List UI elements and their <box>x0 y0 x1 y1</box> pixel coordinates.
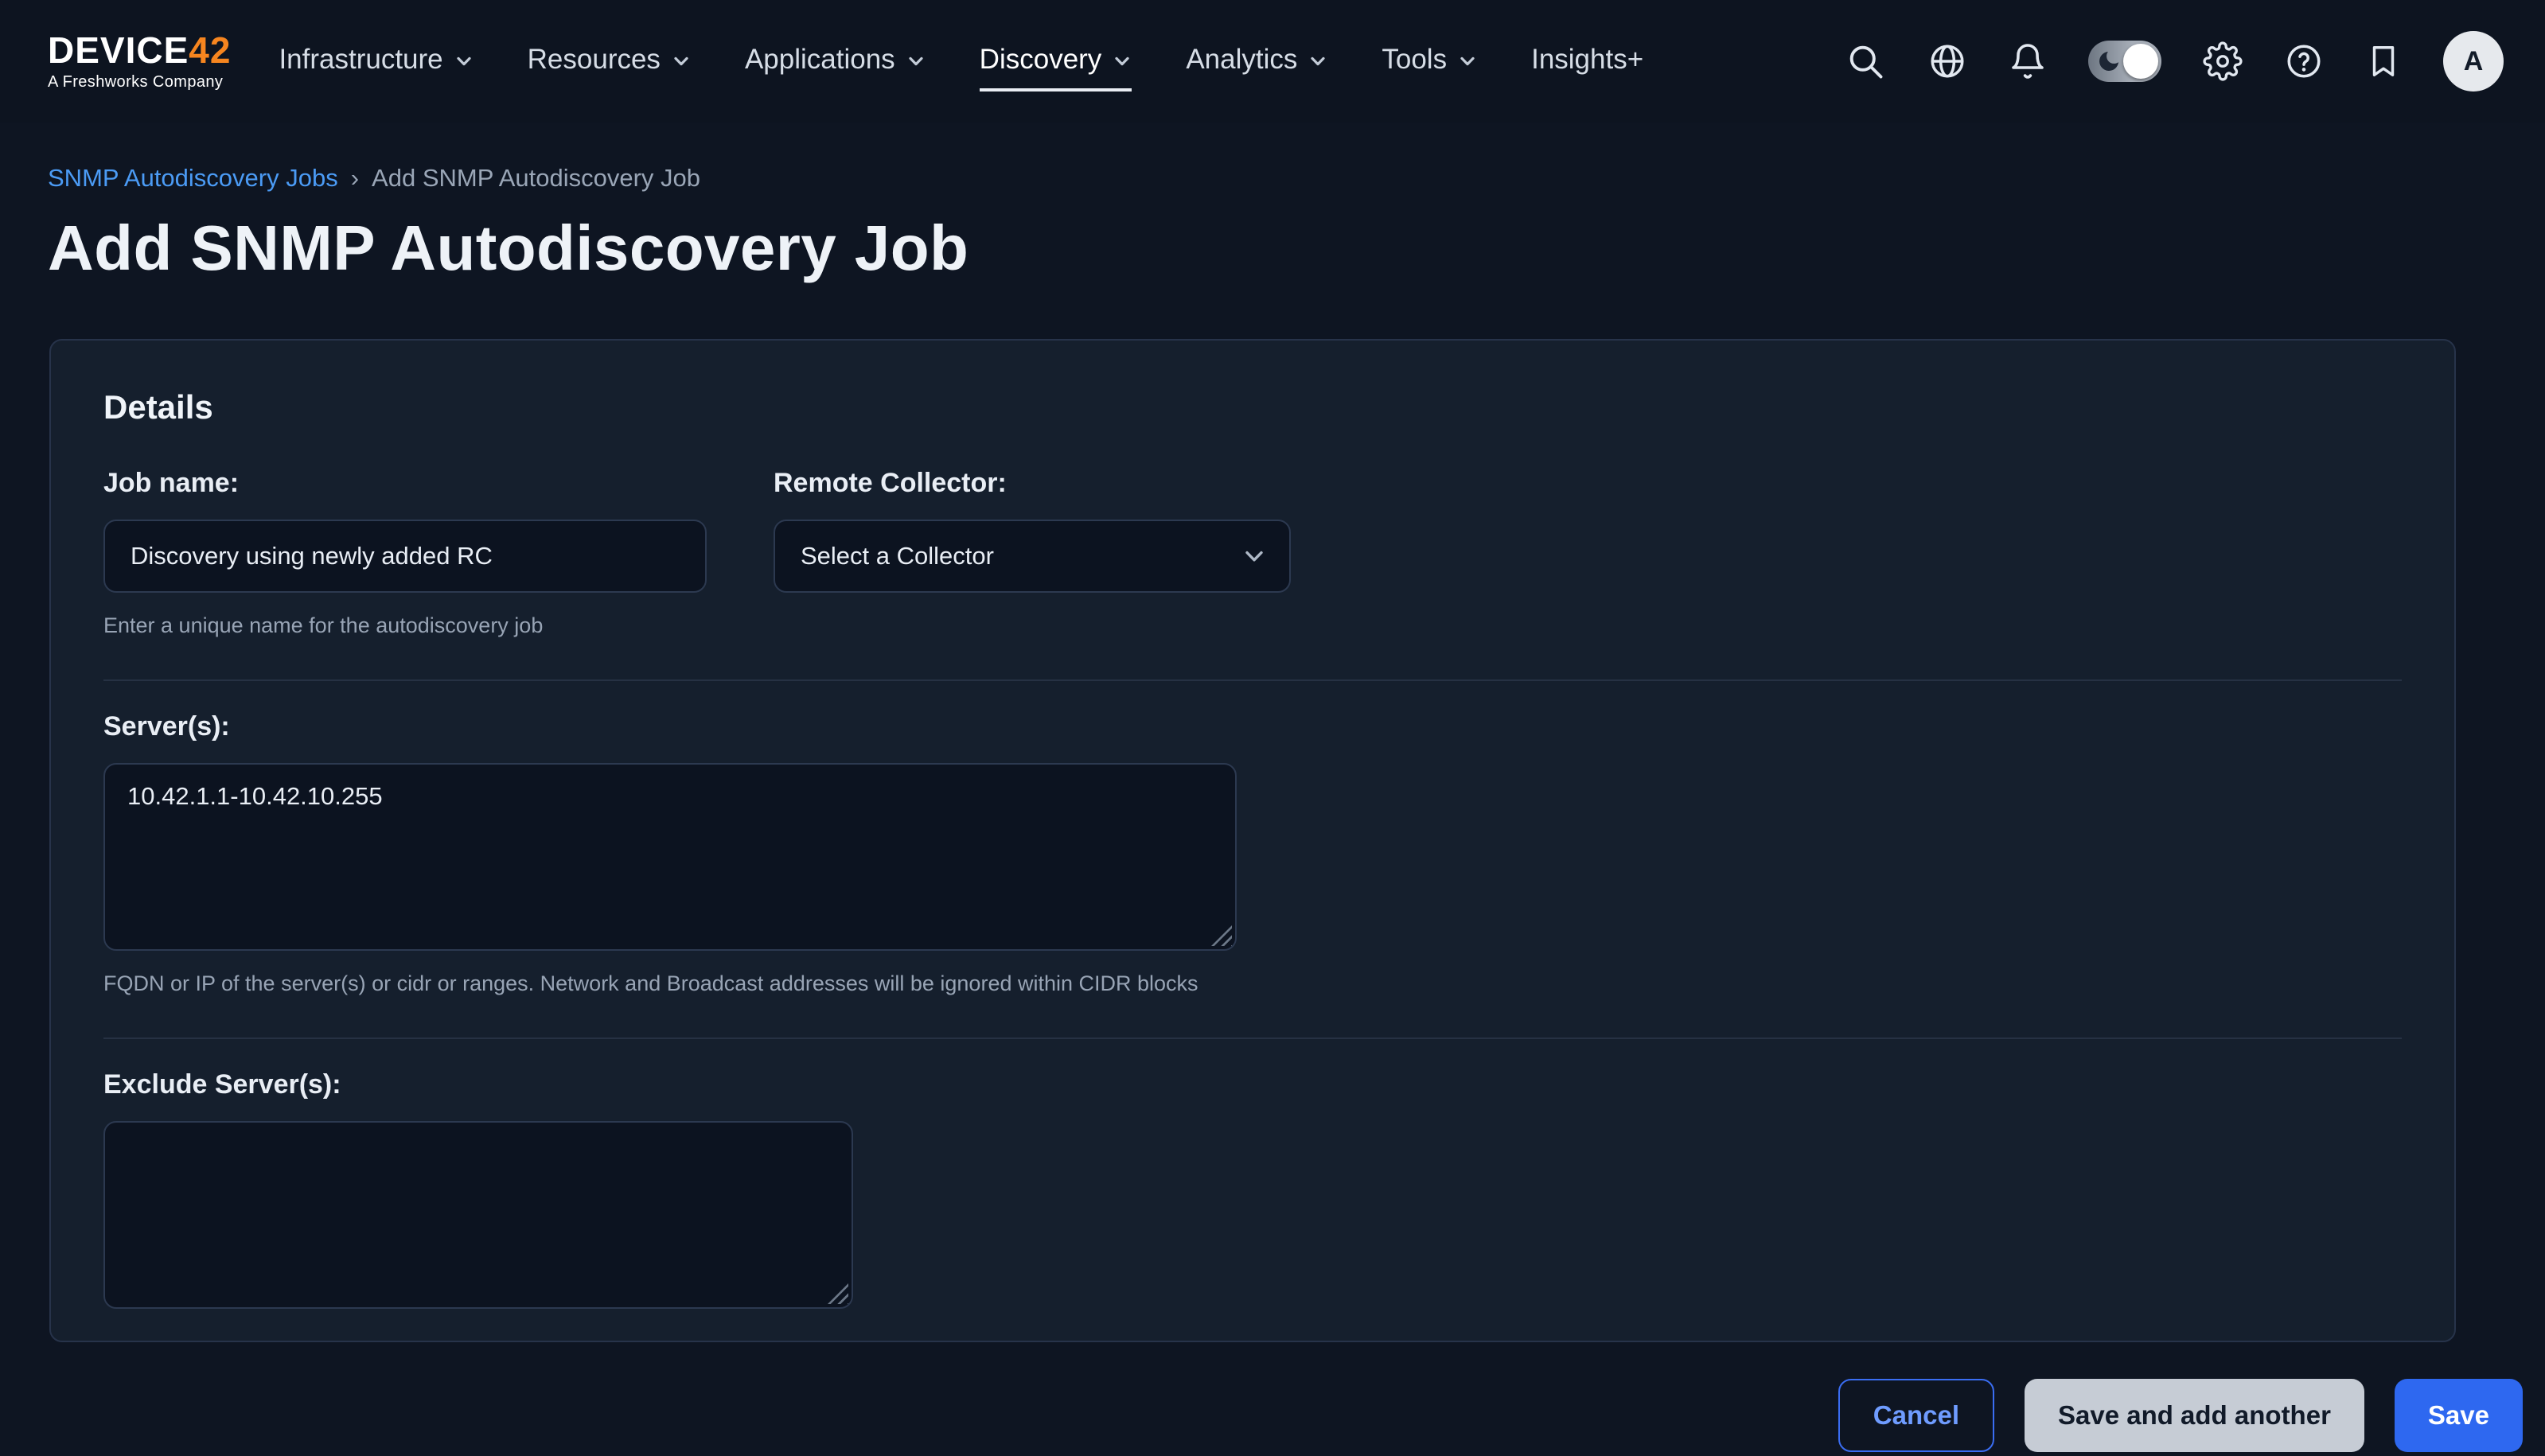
servers-help: FQDN or IP of the server(s) or cidr or r… <box>103 971 2402 996</box>
servers-textarea[interactable]: 10.42.1.1-10.42.10.255 <box>103 763 1237 951</box>
breadcrumb-separator: › <box>351 164 359 193</box>
nav-item-applications[interactable]: Applications <box>745 44 926 91</box>
remote-collector-label: Remote Collector: <box>774 468 1291 499</box>
servers-label: Server(s): <box>103 711 2402 742</box>
cancel-button[interactable]: Cancel <box>1838 1379 1994 1452</box>
servers-field: Server(s): 10.42.1.1-10.42.10.255 FQDN o… <box>103 711 2402 996</box>
job-name-field: Job name: Enter a unique name for the au… <box>103 468 707 638</box>
app-root: DEVICE42 A Freshworks Company Infrastruc… <box>0 0 2545 1456</box>
nav-item-resources[interactable]: Resources <box>528 44 691 91</box>
brand-name-accent: 42 <box>189 29 231 71</box>
servers-textarea-wrap: 10.42.1.1-10.42.10.255 <box>103 763 1237 951</box>
nav-item-label: Tools <box>1382 44 1447 76</box>
action-bar: Cancel Save and add another Save <box>0 1342 2545 1452</box>
nav-item-label: Insights+ <box>1531 44 1643 76</box>
save-and-add-another-button[interactable]: Save and add another <box>2025 1379 2364 1452</box>
nav-item-label: Analytics <box>1186 44 1297 76</box>
chevron-down-icon <box>1308 52 1327 71</box>
job-name-help: Enter a unique name for the autodiscover… <box>103 613 707 638</box>
help-icon[interactable] <box>2284 41 2324 81</box>
save-button[interactable]: Save <box>2395 1379 2523 1452</box>
toggle-knob <box>2123 44 2158 79</box>
nav-item-insights[interactable]: Insights+ <box>1531 44 1643 91</box>
breadcrumb-current: Add SNMP Autodiscovery Job <box>372 164 700 193</box>
remote-collector-selected-value: Select a Collector <box>801 542 994 570</box>
chevron-down-icon <box>454 52 474 71</box>
main-nav: Infrastructure Resources Applications Di… <box>279 0 1643 123</box>
details-card: Details Job name: Enter a unique name fo… <box>49 339 2456 1342</box>
chevron-down-icon <box>1113 52 1132 71</box>
nav-item-tools[interactable]: Tools <box>1382 44 1477 91</box>
divider <box>103 679 2402 681</box>
remote-collector-select[interactable]: Select a Collector <box>774 520 1291 593</box>
nav-item-label: Resources <box>528 44 661 76</box>
details-heading: Details <box>103 388 2402 426</box>
brand-name: DEVICE <box>48 29 189 71</box>
exclude-servers-textarea[interactable] <box>103 1121 853 1309</box>
brand-logo[interactable]: DEVICE42 A Freshworks Company <box>48 32 231 91</box>
search-icon[interactable] <box>1845 41 1886 82</box>
theme-toggle[interactable] <box>2088 41 2161 82</box>
exclude-servers-label: Exclude Server(s): <box>103 1069 2402 1100</box>
chevron-down-icon <box>906 52 926 71</box>
breadcrumb-link-snmp-jobs[interactable]: SNMP Autodiscovery Jobs <box>48 164 338 193</box>
chevron-down-icon <box>1458 52 1477 71</box>
divider <box>103 1037 2402 1039</box>
nav-item-label: Infrastructure <box>279 44 442 76</box>
nav-item-infrastructure[interactable]: Infrastructure <box>279 44 473 91</box>
job-name-label: Job name: <box>103 468 707 499</box>
job-name-row: Job name: Enter a unique name for the au… <box>103 468 2402 638</box>
chevron-down-icon <box>1241 543 1267 569</box>
avatar[interactable]: A <box>2443 31 2504 91</box>
bookmark-icon[interactable] <box>2365 43 2402 80</box>
top-navigation-bar: DEVICE42 A Freshworks Company Infrastruc… <box>0 0 2545 123</box>
brand-tagline: A Freshworks Company <box>48 73 231 91</box>
page-title: Add SNMP Autodiscovery Job <box>48 212 2497 285</box>
nav-item-label: Applications <box>745 44 895 76</box>
nav-item-label: Discovery <box>980 44 1102 76</box>
breadcrumb: SNMP Autodiscovery Jobs › Add SNMP Autod… <box>48 164 2497 193</box>
chevron-down-icon <box>672 52 691 71</box>
brand-wordmark: DEVICE42 <box>48 32 231 68</box>
gear-icon[interactable] <box>2203 41 2243 81</box>
nav-item-discovery[interactable]: Discovery <box>980 44 1132 91</box>
moon-icon <box>2096 49 2122 74</box>
remote-collector-field: Remote Collector: Select a Collector <box>774 468 1291 638</box>
nav-item-analytics[interactable]: Analytics <box>1186 44 1327 91</box>
job-name-input[interactable] <box>103 520 707 593</box>
header-actions: A <box>1845 31 2504 91</box>
exclude-servers-field: Exclude Server(s): <box>103 1069 2402 1309</box>
globe-icon[interactable] <box>1927 41 1967 81</box>
exclude-servers-textarea-wrap <box>103 1121 853 1309</box>
bell-icon[interactable] <box>2009 42 2047 80</box>
